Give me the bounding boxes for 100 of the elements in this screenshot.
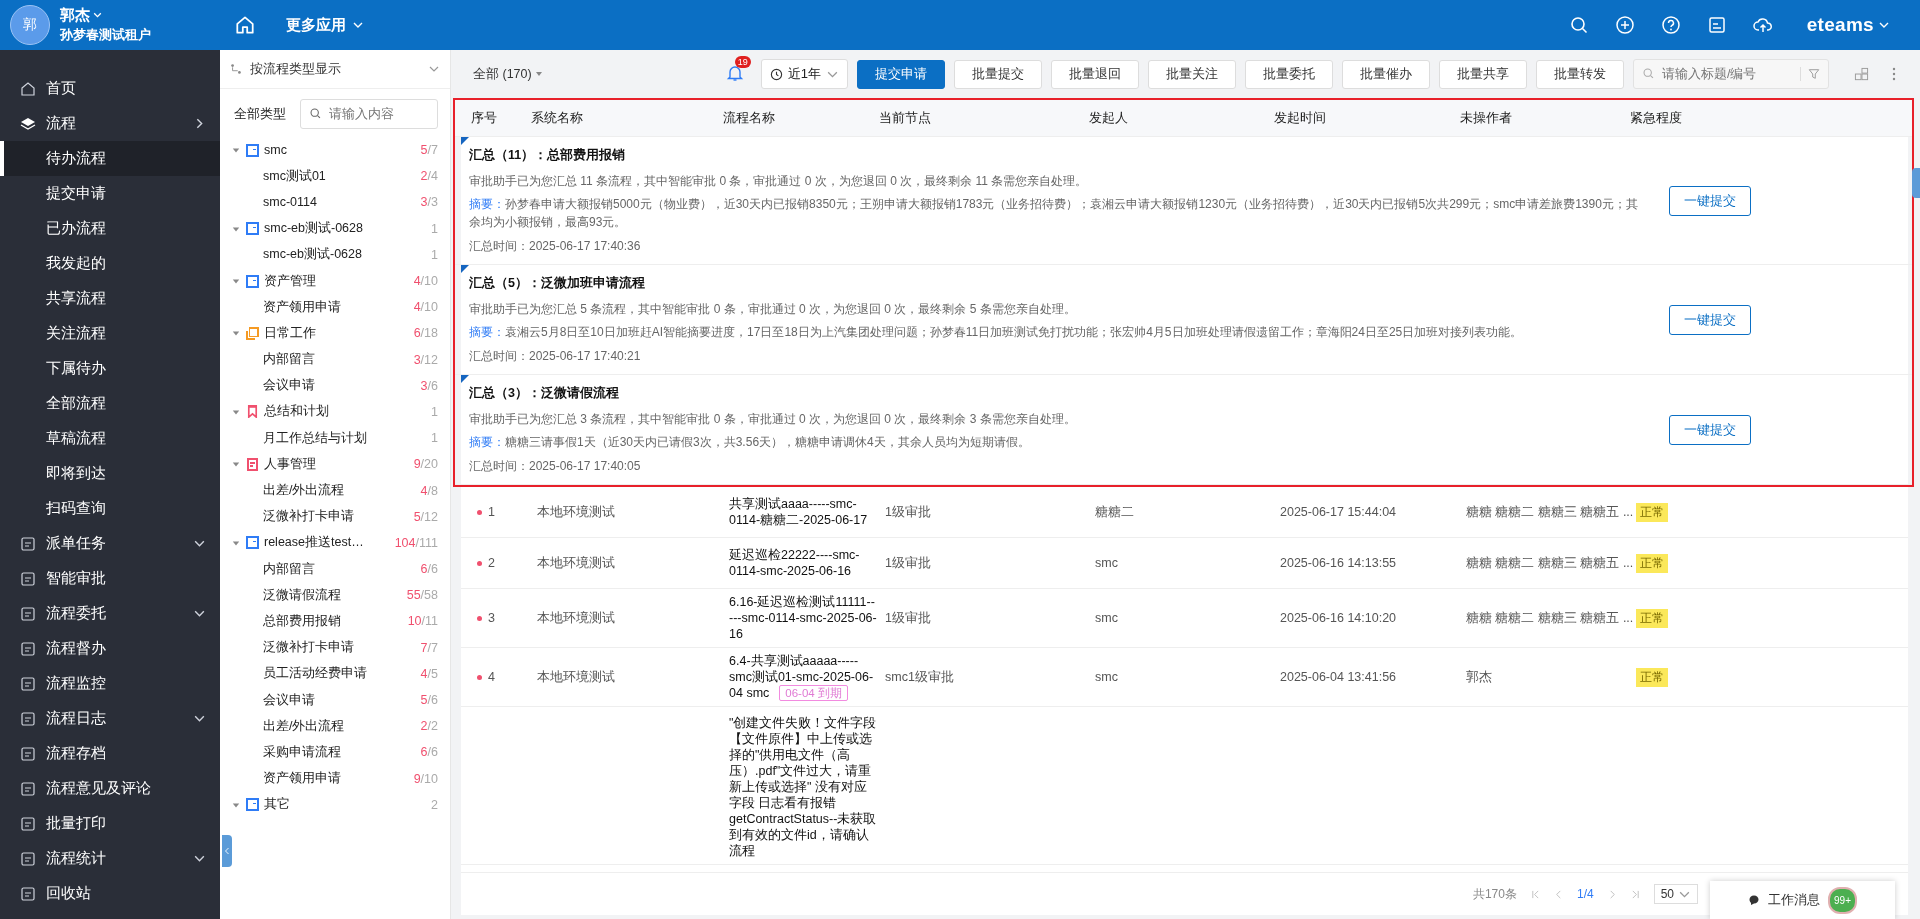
sidebar-item[interactable]: 流程督办 (0, 631, 220, 666)
submit-all-button[interactable]: 一键提交 (1669, 415, 1751, 445)
home-icon[interactable] (234, 14, 256, 36)
sidebar-subitem[interactable]: 关注流程 (0, 316, 220, 351)
bell-icon[interactable] (725, 64, 744, 82)
toolbar-button[interactable]: 批量催办 (1342, 59, 1430, 89)
workflow-type-name[interactable]: 出差/外出流程 (263, 717, 421, 735)
more-icon[interactable] (1892, 67, 1896, 81)
sidebar-item[interactable]: 流程统计 (0, 841, 220, 876)
help-icon[interactable] (1660, 15, 1681, 35)
category-name[interactable]: release推送test… (264, 534, 395, 552)
caret-icon[interactable] (232, 329, 240, 338)
workflow-type-name[interactable]: 采购申请流程 (263, 743, 421, 761)
search-icon[interactable] (1568, 15, 1589, 35)
sidebar-item[interactable]: 流程日志 (0, 701, 220, 736)
sidebar-subitem[interactable]: 待办流程 (0, 141, 220, 176)
category-name[interactable]: 日常工作 (264, 324, 414, 342)
workflow-type-name[interactable]: 资产领用申请 (263, 298, 414, 316)
sidebar-item[interactable]: 回收站 (0, 876, 220, 911)
document-icon[interactable] (1706, 15, 1727, 35)
workflow-type-name[interactable]: 泛微请假流程 (263, 586, 407, 604)
sidebar-item[interactable]: 智能审批 (0, 561, 220, 596)
sidebar-subitem[interactable]: 全部流程 (0, 386, 220, 421)
sidebar-subitem[interactable]: 我发起的 (0, 246, 220, 281)
toolbar-button[interactable]: 批量退回 (1051, 59, 1139, 89)
brand-logo[interactable]: eteams (1806, 14, 1874, 36)
sidebar-subitem[interactable]: 草稿流程 (0, 421, 220, 456)
layout-grid-icon[interactable] (1854, 66, 1869, 82)
workflow-type-name[interactable]: smc-eb测试-0628 (263, 246, 432, 264)
caret-icon[interactable] (232, 146, 240, 155)
search-field[interactable]: 请输入标题/编号 (1633, 59, 1829, 89)
count-label: 2/2 (420, 719, 438, 734)
sidebar-item[interactable]: 流程 (0, 106, 220, 141)
workflow-type-name[interactable]: 会议申请 (263, 377, 421, 395)
sidebar-subitem[interactable]: 即将到达 (0, 456, 220, 491)
sidebar-subitem[interactable]: 已办流程 (0, 211, 220, 246)
caret-icon[interactable] (232, 800, 240, 809)
category-name[interactable]: 人事管理 (264, 455, 414, 473)
filter-icon[interactable] (1808, 68, 1820, 80)
sidebar-item[interactable]: 流程监控 (0, 666, 220, 701)
toolbar-button[interactable]: 批量提交 (954, 59, 1042, 89)
workflow-title-link[interactable]: "创建文件失败！文件字段【文件原件】中上传或选择的"供用电文件（高压）.pdf"文件过大，请重新上传或选择" 没有对应字段 日志看有报错 getContractStatus--未获取到有效的文件id，请确认流程 (729, 715, 877, 859)
workflow-type-name[interactable]: 总部费用报销 (263, 612, 408, 630)
page-size-select[interactable]: 50 (1653, 884, 1698, 904)
period-select[interactable]: 近1年 (760, 59, 848, 89)
scope-filter[interactable]: 全部 (170) (473, 65, 543, 83)
sidebar-item[interactable]: 首页 (0, 71, 220, 106)
collapse-handle[interactable] (222, 835, 232, 867)
sidebar-item[interactable]: 流程委托 (0, 596, 220, 631)
user-name[interactable]: 郭杰 (60, 6, 90, 25)
category-name[interactable]: 总结和计划 (264, 403, 432, 421)
workflow-type-name[interactable]: 员工活动经费申请 (263, 665, 421, 683)
sidebar-subitem[interactable]: 下属待办 (0, 351, 220, 386)
work-message-button[interactable]: 工作消息 99+ (1710, 881, 1895, 919)
sidebar-item[interactable]: 批量打印 (0, 806, 220, 841)
workflow-title-link[interactable]: 延迟巡检22222----smc-0114-smc-2025-06-16 (729, 547, 877, 579)
toolbar-button[interactable]: 批量转发 (1536, 59, 1624, 89)
toolbar-button[interactable]: 批量共享 (1439, 59, 1527, 89)
page-indicator[interactable]: 1/4 (1576, 887, 1594, 901)
chevron-down-icon[interactable] (92, 10, 103, 21)
workflow-type-name[interactable]: 出差/外出流程 (263, 482, 421, 500)
sidebar-subitem[interactable]: 提交申请 (0, 176, 220, 211)
workflow-type-name[interactable]: 泛微补打卡申请 (263, 508, 414, 526)
workflow-title-link[interactable]: 共享测试aaaa-----smc-0114-糖糖二-2025-06-17 (729, 496, 877, 528)
cloud-upload-icon[interactable] (1752, 15, 1773, 35)
toolbar-button[interactable]: 批量委托 (1245, 59, 1333, 89)
caret-icon[interactable] (232, 460, 240, 469)
workflow-type-name[interactable]: 内部留言 (263, 560, 421, 578)
sidebar-item[interactable]: 流程意见及评论 (0, 771, 220, 806)
caret-icon[interactable] (232, 407, 240, 416)
layers-icon (20, 115, 36, 132)
workflow-type-name[interactable]: 会议申请 (263, 691, 421, 709)
search-field[interactable]: 请输入内容 (300, 99, 438, 129)
workflow-type-name[interactable]: smc测试01 (263, 167, 421, 185)
category-name[interactable]: 资产管理 (264, 272, 414, 290)
workflow-type-name[interactable]: smc-0114 (263, 195, 421, 210)
workflow-type-name[interactable]: 内部留言 (263, 351, 414, 369)
category-name[interactable]: smc-eb测试-0628 (264, 220, 432, 238)
caret-icon[interactable] (232, 538, 240, 547)
toolbar-button[interactable]: 批量关注 (1148, 59, 1236, 89)
workflow-title-link[interactable]: 6.4-共享测试aaaaa-----smc测试01-smc-2025-06-04 smc 06-04 到期 (729, 653, 877, 701)
toolbar-button[interactable]: 提交申请 (857, 59, 945, 89)
category-name[interactable]: smc (264, 143, 421, 158)
workflow-title-link[interactable]: 6.16-延迟巡检测试11111-----smc-0114-smc-2025-06-16 (729, 594, 877, 642)
count-label: 6/6 (420, 745, 438, 760)
submit-all-button[interactable]: 一键提交 (1669, 305, 1751, 335)
caret-icon[interactable] (232, 224, 240, 233)
sidebar-item[interactable]: 派单任务 (0, 526, 220, 561)
sidebar-subitem[interactable]: 扫码查询 (0, 491, 220, 526)
more-apps-menu[interactable]: 更多应用 (286, 15, 346, 35)
workflow-type-name[interactable]: 月工作总结与计划 (263, 429, 432, 447)
sidebar-subitem[interactable]: 共享流程 (0, 281, 220, 316)
view-select[interactable]: 按流程类型显示 (220, 50, 450, 89)
sidebar-item[interactable]: 流程存档 (0, 736, 220, 771)
plus-circle-icon[interactable] (1614, 15, 1635, 35)
workflow-type-name[interactable]: 泛微补打卡申请 (263, 639, 421, 657)
workflow-type-name[interactable]: 资产领用申请 (263, 770, 414, 788)
submit-all-button[interactable]: 一键提交 (1669, 186, 1751, 216)
caret-icon[interactable] (232, 277, 240, 286)
category-name[interactable]: 其它 (264, 796, 432, 814)
